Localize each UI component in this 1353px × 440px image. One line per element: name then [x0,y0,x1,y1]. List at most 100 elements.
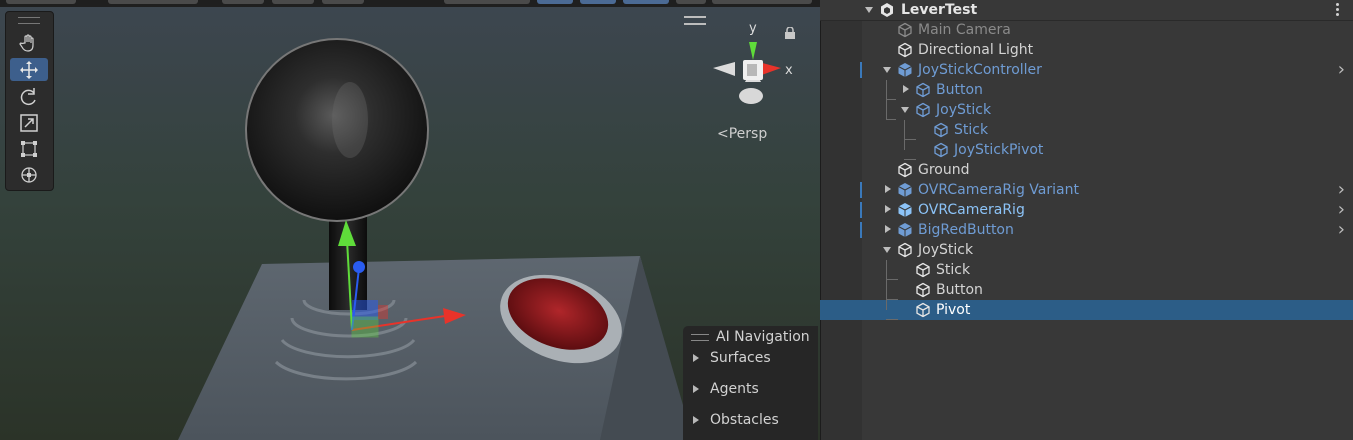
hierarchy-item[interactable]: JoyStickPivot [820,140,1353,160]
tree-guide-line [886,119,896,120]
ai-nav-item-label: Surfaces [710,350,771,366]
palette-grip[interactable] [18,17,40,24]
unity-scene-icon [881,3,893,17]
gameobject-cube-icon [898,242,912,258]
transform-tool-button[interactable] [10,163,48,186]
tree-guide-line [886,319,898,320]
hierarchy-item[interactable]: Pivot [820,300,1353,320]
projection-toggle[interactable]: <Persp [717,126,767,142]
prefab-cube-icon [898,63,912,77]
tree-guide-line [886,299,898,300]
tree-guide-line [886,80,887,120]
scene-collapse-arrow-icon[interactable] [865,7,873,13]
ai-nav-item-surfaces[interactable]: Surfaces [693,348,771,368]
hierarchy-item-label: JoyStickController [918,62,1042,78]
gameobject-cube-icon [898,42,912,58]
ai-nav-item-obstacles[interactable]: Obstacles [693,410,779,430]
hierarchy-item-label: Main Camera [918,22,1011,38]
collapse-arrow-icon[interactable] [883,67,891,73]
rect-tool-button[interactable] [10,137,48,160]
hierarchy-item-label: OVRCameraRig [918,202,1025,218]
more-options-icon[interactable] [1336,3,1339,18]
expand-arrow-icon [693,354,699,362]
prefab-override-marker [860,182,862,198]
hierarchy-item[interactable]: Directional Light [820,40,1353,60]
move-icon [20,60,38,79]
hierarchy-item-label: Stick [954,122,989,138]
hierarchy-item-label: Ground [918,162,970,178]
scene-view[interactable]: y x <Persp AI Navigation Surfaces Agents… [0,0,820,440]
gameobject-cube-icon [916,262,930,278]
persp-label: Persp [728,126,768,142]
hierarchy-item-label: OVRCameraRig Variant [918,182,1079,198]
hierarchy-item[interactable]: Stick [820,260,1353,280]
expand-arrow-icon[interactable] [885,185,891,193]
scene-overlay-menu-icon[interactable] [684,16,706,25]
hierarchy-item[interactable]: JoyStick [820,100,1353,120]
rotate-icon [20,87,36,105]
hierarchy-item-label: Directional Light [918,42,1034,58]
prefab-cube-icon [916,82,930,98]
gameobject-cube-icon [916,282,930,298]
hierarchy-item[interactable]: JoyStick [820,240,1353,260]
overlay-grip-icon [691,333,709,341]
transform-icon [21,166,37,183]
hierarchy-item-label: JoyStickPivot [954,142,1044,158]
ai-nav-item-agents[interactable]: Agents [693,379,759,399]
hierarchy-item[interactable]: Button [820,80,1353,100]
hierarchy-item[interactable]: Ground [820,160,1353,180]
prefab-cube-icon [898,183,912,197]
open-prefab-chevron-icon[interactable]: › [1338,219,1345,240]
tools-palette [5,11,54,191]
prefab-cube-icon [934,122,948,138]
tree-guide-line [886,279,898,280]
hierarchy-item[interactable]: Button [820,280,1353,300]
hierarchy-item-label: Stick [936,262,971,278]
hierarchy-item[interactable]: OVRCameraRig › [820,199,1353,220]
prefab-override-marker [860,222,862,238]
ai-navigation-title: AI Navigation [716,329,810,345]
prefab-cube-icon [934,142,948,158]
open-prefab-chevron-icon[interactable]: › [1338,59,1345,80]
rotate-tool-button[interactable] [10,85,48,108]
open-prefab-chevron-icon[interactable]: › [1338,179,1345,200]
scale-icon [20,113,38,132]
prefab-cube-icon [898,203,912,217]
tree-guide-line [886,99,896,100]
hierarchy-item-label: JoyStick [936,102,992,118]
hierarchy-item-label: Pivot [936,302,971,318]
hand-tool-button[interactable] [10,31,48,54]
hierarchy-item[interactable]: OVRCameraRig Variant › [820,179,1353,200]
expand-arrow-icon [693,385,699,393]
hierarchy-item-label: Button [936,82,983,98]
expand-arrow-icon[interactable] [885,205,891,213]
prefab-override-marker [860,202,862,218]
hierarchy-item-label: JoyStick [918,242,974,258]
gizmo-y-label: y [749,21,757,36]
prefab-cube-icon [916,102,930,118]
hand-icon [19,33,34,52]
tree-guide-line [904,120,905,150]
expand-arrow-icon[interactable] [885,225,891,233]
ai-navigation-header[interactable]: AI Navigation [683,326,818,348]
gizmo-x-label: x [785,63,793,78]
prefab-cube-icon [898,223,912,237]
gameobject-cube-icon [898,22,912,38]
tree-guide-line [886,260,887,310]
hierarchy-item[interactable]: Main Camera [820,20,1353,40]
scale-tool-button[interactable] [10,111,48,134]
expand-arrow-icon[interactable] [903,85,909,93]
collapse-arrow-icon[interactable] [901,107,909,113]
hierarchy-item[interactable]: Stick [820,120,1353,140]
collapse-arrow-icon[interactable] [883,247,891,253]
tree-guide-line [904,159,916,160]
hierarchy-item[interactable]: BigRedButton › [820,219,1353,240]
gameobject-cube-icon [898,162,912,178]
lock-icon[interactable] [784,27,796,40]
move-tool-button[interactable] [10,58,48,81]
open-prefab-chevron-icon[interactable]: › [1338,199,1345,220]
hierarchy-item-label: Button [936,282,983,298]
prefab-override-marker [860,62,862,78]
hierarchy-item[interactable]: JoyStickController › [820,59,1353,80]
scene-header-row[interactable]: LeverTest [820,0,1353,21]
